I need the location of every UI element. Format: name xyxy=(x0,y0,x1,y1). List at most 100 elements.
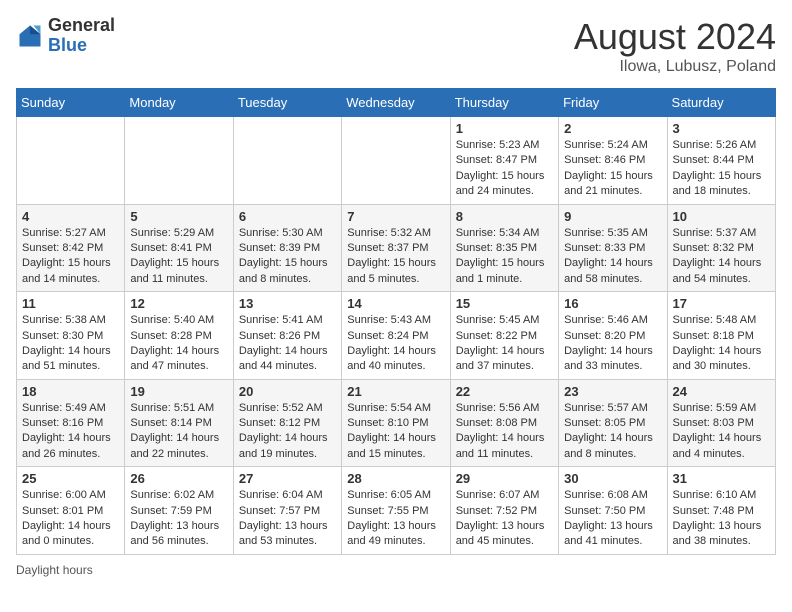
calendar-cell: 20 Sunrise: 5:52 AM Sunset: 8:12 PM Dayli… xyxy=(233,379,341,467)
day-number: 14 xyxy=(347,296,444,311)
day-info: Sunrise: 5:27 AM Sunset: 8:42 PM Dayligh… xyxy=(22,226,119,288)
day-info: Sunrise: 5:52 AM Sunset: 8:12 PM Dayligh… xyxy=(239,401,336,463)
calendar-cell: 2Sunrise: 5:24 AM Sunset: 8:46 PM Daylig… xyxy=(559,117,667,205)
calendar-cell: 19 Sunrise: 5:51 AM Sunset: 8:14 PM Dayli… xyxy=(125,379,233,467)
day-number: 7 xyxy=(347,209,444,224)
calendar-cell: 28 Sunrise: 6:05 AM Sunset: 7:55 PM Dayli… xyxy=(342,467,450,555)
day-info: Sunrise: 6:00 AM Sunset: 8:01 PM Dayligh… xyxy=(22,488,119,550)
day-number: 8 xyxy=(456,209,553,224)
day-info: Sunrise: 5:30 AM Sunset: 8:39 PM Dayligh… xyxy=(239,226,336,288)
calendar-cell: 10 Sunrise: 5:37 AM Sunset: 8:32 PM Dayli… xyxy=(667,204,775,292)
day-info: Sunrise: 5:49 AM Sunset: 8:16 PM Dayligh… xyxy=(22,401,119,463)
calendar-cell: 24Sunrise: 5:59 AM Sunset: 8:03 PM Dayli… xyxy=(667,379,775,467)
calendar-cell xyxy=(125,117,233,205)
calendar-cell: 25 Sunrise: 6:00 AM Sunset: 8:01 PM Dayli… xyxy=(17,467,125,555)
day-number: 26 xyxy=(130,471,227,486)
day-info: Sunrise: 5:57 AM Sunset: 8:05 PM Dayligh… xyxy=(564,401,661,463)
day-info: Sunrise: 5:26 AM Sunset: 8:44 PM Dayligh… xyxy=(673,138,770,200)
day-number: 3 xyxy=(673,121,770,136)
weekday-header-tuesday: Tuesday xyxy=(233,89,341,117)
calendar-cell: 18 Sunrise: 5:49 AM Sunset: 8:16 PM Dayli… xyxy=(17,379,125,467)
day-number: 25 xyxy=(22,471,119,486)
day-number: 28 xyxy=(347,471,444,486)
calendar-cell xyxy=(17,117,125,205)
day-number: 29 xyxy=(456,471,553,486)
calendar-cell: 8Sunrise: 5:34 AM Sunset: 8:35 PM Daylig… xyxy=(450,204,558,292)
day-number: 10 xyxy=(673,209,770,224)
day-number: 20 xyxy=(239,384,336,399)
weekday-header-monday: Monday xyxy=(125,89,233,117)
day-number: 21 xyxy=(347,384,444,399)
title-section: August 2024 Ilowa, Lubusz, Poland xyxy=(574,16,776,76)
month-year-title: August 2024 xyxy=(574,16,776,58)
calendar-cell: 21 Sunrise: 5:54 AM Sunset: 8:10 PM Dayli… xyxy=(342,379,450,467)
calendar-cell: 23 Sunrise: 5:57 AM Sunset: 8:05 PM Dayli… xyxy=(559,379,667,467)
calendar-cell: 7 Sunrise: 5:32 AM Sunset: 8:37 PM Daylig… xyxy=(342,204,450,292)
day-number: 15 xyxy=(456,296,553,311)
day-info: Sunrise: 5:38 AM Sunset: 8:30 PM Dayligh… xyxy=(22,313,119,375)
day-number: 13 xyxy=(239,296,336,311)
calendar-week-row: 25 Sunrise: 6:00 AM Sunset: 8:01 PM Dayli… xyxy=(17,467,776,555)
day-info: Sunrise: 5:51 AM Sunset: 8:14 PM Dayligh… xyxy=(130,401,227,463)
day-number: 12 xyxy=(130,296,227,311)
day-number: 9 xyxy=(564,209,661,224)
day-info: Sunrise: 5:32 AM Sunset: 8:37 PM Dayligh… xyxy=(347,226,444,288)
day-info: Sunrise: 5:40 AM Sunset: 8:28 PM Dayligh… xyxy=(130,313,227,375)
day-info: Sunrise: 6:04 AM Sunset: 7:57 PM Dayligh… xyxy=(239,488,336,550)
day-number: 16 xyxy=(564,296,661,311)
calendar-cell: 11 Sunrise: 5:38 AM Sunset: 8:30 PM Dayli… xyxy=(17,292,125,380)
day-info: Sunrise: 5:48 AM Sunset: 8:18 PM Dayligh… xyxy=(673,313,770,375)
logo-blue-text: Blue xyxy=(48,36,115,56)
calendar-cell: 16 Sunrise: 5:46 AM Sunset: 8:20 PM Dayli… xyxy=(559,292,667,380)
day-info: Sunrise: 5:43 AM Sunset: 8:24 PM Dayligh… xyxy=(347,313,444,375)
weekday-header-thursday: Thursday xyxy=(450,89,558,117)
calendar-cell: 29 Sunrise: 6:07 AM Sunset: 7:52 PM Dayli… xyxy=(450,467,558,555)
calendar-cell: 1Sunrise: 5:23 AM Sunset: 8:47 PM Daylig… xyxy=(450,117,558,205)
footer: Daylight hours xyxy=(16,563,776,577)
day-number: 19 xyxy=(130,384,227,399)
logo-text: General Blue xyxy=(48,16,115,56)
day-number: 31 xyxy=(673,471,770,486)
calendar-cell: 3 Sunrise: 5:26 AM Sunset: 8:44 PM Daylig… xyxy=(667,117,775,205)
day-info: Sunrise: 6:10 AM Sunset: 7:48 PM Dayligh… xyxy=(673,488,770,550)
calendar-week-row: 1Sunrise: 5:23 AM Sunset: 8:47 PM Daylig… xyxy=(17,117,776,205)
day-number: 18 xyxy=(22,384,119,399)
day-info: Sunrise: 5:37 AM Sunset: 8:32 PM Dayligh… xyxy=(673,226,770,288)
calendar-cell: 22 Sunrise: 5:56 AM Sunset: 8:08 PM Dayli… xyxy=(450,379,558,467)
day-number: 23 xyxy=(564,384,661,399)
day-info: Sunrise: 5:46 AM Sunset: 8:20 PM Dayligh… xyxy=(564,313,661,375)
calendar-cell: 15 Sunrise: 5:45 AM Sunset: 8:22 PM Dayli… xyxy=(450,292,558,380)
calendar-week-row: 11 Sunrise: 5:38 AM Sunset: 8:30 PM Dayli… xyxy=(17,292,776,380)
calendar-cell xyxy=(233,117,341,205)
calendar-week-row: 4 Sunrise: 5:27 AM Sunset: 8:42 PM Daylig… xyxy=(17,204,776,292)
weekday-header-saturday: Saturday xyxy=(667,89,775,117)
day-info: Sunrise: 6:05 AM Sunset: 7:55 PM Dayligh… xyxy=(347,488,444,550)
calendar-cell: 17 Sunrise: 5:48 AM Sunset: 8:18 PM Dayli… xyxy=(667,292,775,380)
day-info: Sunrise: 5:35 AM Sunset: 8:33 PM Dayligh… xyxy=(564,226,661,288)
logo-general-text: General xyxy=(48,16,115,36)
calendar-cell: 12 Sunrise: 5:40 AM Sunset: 8:28 PM Dayli… xyxy=(125,292,233,380)
calendar-cell: 4 Sunrise: 5:27 AM Sunset: 8:42 PM Daylig… xyxy=(17,204,125,292)
day-info: Sunrise: 6:08 AM Sunset: 7:50 PM Dayligh… xyxy=(564,488,661,550)
day-info: Sunrise: 5:54 AM Sunset: 8:10 PM Dayligh… xyxy=(347,401,444,463)
day-info: Sunrise: 6:07 AM Sunset: 7:52 PM Dayligh… xyxy=(456,488,553,550)
day-number: 4 xyxy=(22,209,119,224)
day-number: 24 xyxy=(673,384,770,399)
weekday-header-friday: Friday xyxy=(559,89,667,117)
calendar-header-row: SundayMondayTuesdayWednesdayThursdayFrid… xyxy=(17,89,776,117)
logo: General Blue xyxy=(16,16,115,56)
day-number: 11 xyxy=(22,296,119,311)
daylight-label: Daylight hours xyxy=(16,563,93,577)
calendar-cell: 9 Sunrise: 5:35 AM Sunset: 8:33 PM Daylig… xyxy=(559,204,667,292)
day-number: 17 xyxy=(673,296,770,311)
day-number: 5 xyxy=(130,209,227,224)
day-info: Sunrise: 6:02 AM Sunset: 7:59 PM Dayligh… xyxy=(130,488,227,550)
day-info: Sunrise: 5:56 AM Sunset: 8:08 PM Dayligh… xyxy=(456,401,553,463)
day-number: 22 xyxy=(456,384,553,399)
day-number: 30 xyxy=(564,471,661,486)
calendar-table: SundayMondayTuesdayWednesdayThursdayFrid… xyxy=(16,88,776,555)
day-number: 27 xyxy=(239,471,336,486)
day-info: Sunrise: 5:45 AM Sunset: 8:22 PM Dayligh… xyxy=(456,313,553,375)
weekday-header-wednesday: Wednesday xyxy=(342,89,450,117)
calendar-cell: 5Sunrise: 5:29 AM Sunset: 8:41 PM Daylig… xyxy=(125,204,233,292)
